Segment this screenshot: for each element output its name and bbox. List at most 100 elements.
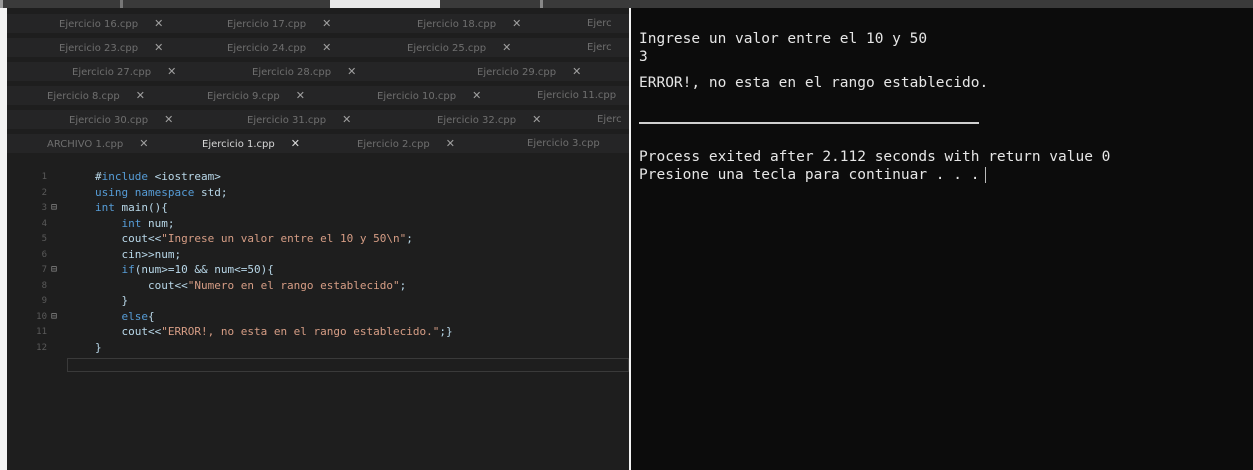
editor-tab[interactable]: Ejerc bbox=[597, 110, 622, 129]
tab-label: Ejerc bbox=[597, 114, 622, 125]
code-line: 3 ⊟ int main(){ bbox=[7, 201, 629, 215]
fold-icon[interactable]: ⊟ bbox=[51, 201, 57, 215]
code-text: if(num>=10 && num<=50){ bbox=[121, 263, 274, 276]
console-window[interactable]: Ingrese un valor entre el 10 y 50 3 ERRO… bbox=[631, 8, 1253, 470]
tab-close-icon[interactable]: ✕ bbox=[342, 113, 351, 126]
tab-close-icon[interactable]: ✕ bbox=[512, 17, 521, 30]
tab-label: Ejercicio 16.cpp bbox=[59, 19, 139, 30]
tab-label: Ejercicio 1.cpp bbox=[202, 139, 275, 150]
tab-label: ARCHIVO 1.cpp bbox=[47, 139, 124, 150]
tab-close-icon[interactable]: ✕ bbox=[291, 137, 300, 150]
tab-label: Ejercicio 17.cpp bbox=[227, 19, 307, 30]
tab-close-icon[interactable]: ✕ bbox=[296, 89, 305, 102]
console-line-prompt: Ingrese un valor entre el 10 y 50 bbox=[639, 31, 928, 47]
console-continue-text: Presione una tecla para continuar . . . bbox=[639, 167, 980, 183]
current-line-highlight bbox=[67, 358, 629, 372]
tab-close-icon[interactable]: ✕ bbox=[322, 41, 331, 54]
editor-tab[interactable]: Ejercicio 27.cpp ✕ bbox=[72, 62, 176, 81]
editor-tab[interactable]: Ejercicio 31.cpp ✕ bbox=[247, 110, 351, 129]
tab-row: Ejercicio 27.cpp ✕ Ejercicio 28.cpp ✕ Ejerci… bbox=[7, 62, 629, 81]
editor-tab[interactable]: Ejercicio 11.cpp bbox=[537, 86, 616, 105]
editor-tab[interactable]: Ejercicio 18.cpp ✕ bbox=[417, 14, 521, 33]
tab-close-icon[interactable]: ✕ bbox=[502, 41, 511, 54]
tab-close-icon[interactable]: ✕ bbox=[164, 113, 173, 126]
console-line-continue: Presione una tecla para continuar . . . bbox=[639, 166, 987, 185]
editor-tab[interactable]: Ejercicio 8.cpp ✕ bbox=[47, 86, 145, 105]
tab-close-icon[interactable]: ✕ bbox=[572, 65, 581, 78]
editor-tab[interactable]: Ejercicio 10.cpp ✕ bbox=[377, 86, 481, 105]
code-text: cin>>num; bbox=[95, 247, 182, 261]
top-strip-marker bbox=[0, 0, 3, 8]
code-line: 6 cin>>num; bbox=[7, 248, 629, 262]
tab-close-icon[interactable]: ✕ bbox=[136, 89, 145, 102]
line-number: 4 bbox=[41, 218, 47, 229]
code-text: else{ bbox=[121, 309, 155, 323]
console-line-error: ERROR!, no esta en el rango establecido. bbox=[639, 75, 989, 91]
code-text: cout<<"ERROR!, no esta en el rango estab… bbox=[95, 325, 453, 338]
tab-row: Ejercicio 23.cpp ✕ Ejercicio 24.cpp ✕ Ejerci… bbox=[7, 38, 629, 57]
line-number: 2 bbox=[41, 187, 47, 198]
code-line: 7 ⊟ if(num>=10 && num<=50){ bbox=[7, 263, 629, 277]
tab-label: Ejercicio 25.cpp bbox=[407, 43, 487, 54]
code-text: int num; bbox=[121, 216, 175, 230]
editor-tab[interactable]: Ejercicio 2.cpp ✕ bbox=[357, 134, 455, 153]
tab-row: Ejercicio 8.cpp ✕ Ejercicio 9.cpp ✕ Ejercici… bbox=[7, 86, 629, 105]
editor-tab[interactable]: Ejercicio 23.cpp ✕ bbox=[59, 38, 163, 57]
code-line: 5 cout<<"Ingrese un valor entre el 10 y … bbox=[7, 232, 629, 246]
line-number: 1 bbox=[41, 172, 47, 182]
editor-tab[interactable]: Ejercicio 24.cpp ✕ bbox=[227, 38, 331, 57]
editor-tab[interactable]: Ejercicio 28.cpp ✕ bbox=[252, 62, 356, 81]
code-text: } bbox=[95, 294, 129, 307]
tab-close-icon[interactable]: ✕ bbox=[322, 17, 331, 30]
line-number: 11 bbox=[36, 327, 47, 337]
tab-label: Ejerc bbox=[587, 18, 612, 29]
tab-close-icon[interactable]: ✕ bbox=[139, 137, 148, 150]
tab-close-icon[interactable]: ✕ bbox=[532, 113, 541, 126]
editor-tab[interactable]: Ejercicio 30.cpp ✕ bbox=[69, 110, 173, 129]
window-top-strip bbox=[0, 0, 1253, 8]
top-strip-marker bbox=[120, 0, 123, 8]
console-separator bbox=[639, 122, 979, 124]
tab-row: Ejercicio 30.cpp ✕ Ejercicio 31.cpp ✕ Ejerci… bbox=[7, 110, 629, 129]
tab-label: Ejercicio 31.cpp bbox=[247, 115, 327, 126]
tab-label: Ejercicio 2.cpp bbox=[357, 139, 430, 150]
code-text: cout<<"Ingrese un valor entre el 10 y 50… bbox=[95, 232, 413, 245]
editor-tab[interactable]: Ejerc bbox=[587, 14, 612, 33]
line-number: 3 bbox=[41, 203, 47, 213]
editor-tab[interactable]: Ejercicio 17.cpp ✕ bbox=[227, 14, 331, 33]
line-number: 12 bbox=[36, 342, 47, 353]
code-line: 1 #include <iostream> bbox=[7, 170, 629, 184]
fold-icon[interactable]: ⊟ bbox=[51, 310, 57, 324]
code-line: 8 cout<<"Numero en el rango establecido"… bbox=[7, 279, 629, 293]
tab-close-icon[interactable]: ✕ bbox=[446, 137, 455, 150]
tab-label: Ejercicio 30.cpp bbox=[69, 115, 149, 126]
tab-close-icon[interactable]: ✕ bbox=[347, 65, 356, 78]
tab-close-icon[interactable]: ✕ bbox=[154, 41, 163, 54]
editor-tab[interactable]: Ejercicio 29.cpp ✕ bbox=[477, 62, 581, 81]
code-text: } bbox=[95, 340, 102, 354]
tab-label: Ejerc bbox=[587, 42, 612, 53]
editor-tab[interactable]: Ejercicio 32.cpp ✕ bbox=[437, 110, 541, 129]
fold-icon[interactable]: ⊟ bbox=[51, 263, 57, 277]
editor-tab[interactable]: ARCHIVO 1.cpp ✕ bbox=[47, 134, 148, 153]
tab-label: Ejercicio 3.cpp bbox=[527, 138, 600, 149]
editor-tab[interactable]: Ejercicio 1.cpp ✕ bbox=[202, 134, 300, 153]
tab-label: Ejercicio 32.cpp bbox=[437, 115, 517, 126]
editor-tab[interactable]: Ejercicio 9.cpp ✕ bbox=[207, 86, 305, 105]
console-line-input: 3 bbox=[639, 49, 648, 65]
line-number: 8 bbox=[41, 280, 47, 291]
editor-tab[interactable]: Ejerc bbox=[587, 38, 612, 57]
tab-label: Ejercicio 9.cpp bbox=[207, 91, 280, 102]
console-cursor bbox=[985, 167, 987, 183]
tab-label: Ejercicio 11.cpp bbox=[537, 90, 617, 101]
editor-tab[interactable]: Ejercicio 16.cpp ✕ bbox=[59, 14, 163, 33]
code-editor[interactable]: 1 #include <iostream> 2 using namespace std… bbox=[7, 164, 629, 470]
tab-close-icon[interactable]: ✕ bbox=[167, 65, 176, 78]
editor-tab[interactable]: Ejercicio 25.cpp ✕ bbox=[407, 38, 511, 57]
code-line: 10 ⊟ else{ bbox=[7, 310, 629, 324]
tab-close-icon[interactable]: ✕ bbox=[154, 17, 163, 30]
line-number: 7 bbox=[41, 265, 47, 275]
tab-label: Ejercicio 29.cpp bbox=[477, 67, 557, 78]
tab-close-icon[interactable]: ✕ bbox=[472, 89, 481, 102]
editor-tab[interactable]: Ejercicio 3.cpp bbox=[527, 134, 600, 153]
